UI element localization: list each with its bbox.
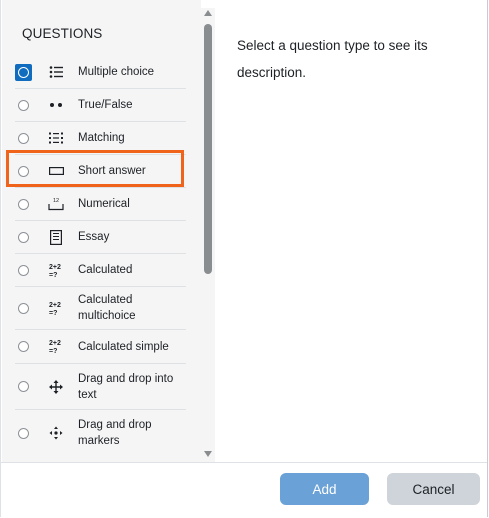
svg-text:=?: =? [49,310,57,316]
option-label-calculated-simple: Calculated simple [78,340,169,353]
svg-text:2+2: 2+2 [49,302,61,309]
chooser-body: QUESTIONS Multiple choice True/False Mat… [1,0,487,462]
svg-text:=?: =? [49,348,57,354]
matching-icon [46,128,66,148]
radio-calculated[interactable] [18,264,29,276]
radio-true-false[interactable] [18,99,29,111]
option-label-multiple-choice: Multiple choice [78,66,155,78]
radio-essay[interactable] [18,231,29,243]
radio-numerical[interactable] [18,198,29,210]
option-calculated-simple[interactable]: 2+2 =? Calculated simple [15,330,186,364]
option-matching[interactable]: Matching [15,122,186,155]
option-numerical[interactable]: 12 Numerical [15,188,186,221]
chooser-dialog: QUESTIONS Multiple choice True/False Mat… [0,0,488,518]
option-short-answer[interactable]: Short answer [15,155,186,188]
option-essay[interactable]: Essay [15,221,186,254]
drag-drop-text-icon [46,377,66,397]
calculated-icon: 2+2 =? [46,260,66,280]
dialog-footer: Add Cancel [1,462,487,518]
option-drag-drop-text[interactable]: Drag and drop into text [15,364,186,410]
radio-calculated-multichoice[interactable] [18,302,29,314]
scroll-down-arrow-icon[interactable] [204,451,212,457]
numerical-icon: 12 [46,194,66,214]
option-label-drag-drop-text: Drag and drop into text [78,372,174,401]
true-false-icon [46,95,66,115]
option-label-essay: Essay [78,231,110,243]
option-calculated-multichoice[interactable]: 2+2 =? Calculated multichoice [15,287,186,330]
short-answer-icon [46,161,66,181]
calculated-simple-icon: 2+2 =? [46,337,66,357]
scroll-up-arrow-icon[interactable] [204,10,212,16]
numerical-icon-text: 12 [53,198,59,204]
add-button[interactable]: Add [280,473,369,505]
description-text: Select a question type to see its descri… [237,38,428,80]
svg-text:=?: =? [49,272,57,278]
calculated-multichoice-icon: 2+2 =? [46,298,66,318]
option-label-calculated-multichoice: Calculated multichoice [78,294,136,322]
svg-text:2+2: 2+2 [49,264,61,271]
radio-drag-drop-text[interactable] [18,381,29,392]
radio-short-answer[interactable] [18,165,29,177]
radio-multiple-choice[interactable] [18,66,29,78]
option-label-numerical: Numerical [78,198,130,210]
option-label-short-answer: Short answer [78,165,146,177]
option-label-drag-drop-markers: Drag and drop markers [78,419,152,447]
option-calculated[interactable]: 2+2 =? Calculated [15,254,186,287]
scroll-thumb[interactable] [204,24,212,274]
radio-calculated-simple[interactable] [18,341,29,352]
option-label-calculated: Calculated [78,264,133,276]
option-label-true-false: True/False [78,99,133,111]
question-type-list: Multiple choice True/False Matching Shor… [15,56,186,456]
option-label-matching: Matching [78,132,125,144]
question-type-list-pane: QUESTIONS Multiple choice True/False Mat… [2,0,201,462]
multiple-choice-icon [46,62,66,82]
svg-text:2+2: 2+2 [49,340,61,347]
description-pane: Select a question type to see its descri… [215,0,487,462]
essay-icon [46,227,66,247]
questions-heading: QUESTIONS [22,26,103,41]
list-scrollbar[interactable] [201,8,215,462]
option-true-false[interactable]: True/False [15,89,186,122]
radio-multiple-choice-wrap [15,63,32,81]
option-multiple-choice[interactable]: Multiple choice [15,56,186,89]
radio-drag-drop-markers[interactable] [18,427,29,439]
radio-matching[interactable] [18,132,29,144]
drag-drop-markers-icon [46,423,66,443]
cancel-button[interactable]: Cancel [387,473,480,505]
option-drag-drop-markers[interactable]: Drag and drop markers [15,410,186,456]
